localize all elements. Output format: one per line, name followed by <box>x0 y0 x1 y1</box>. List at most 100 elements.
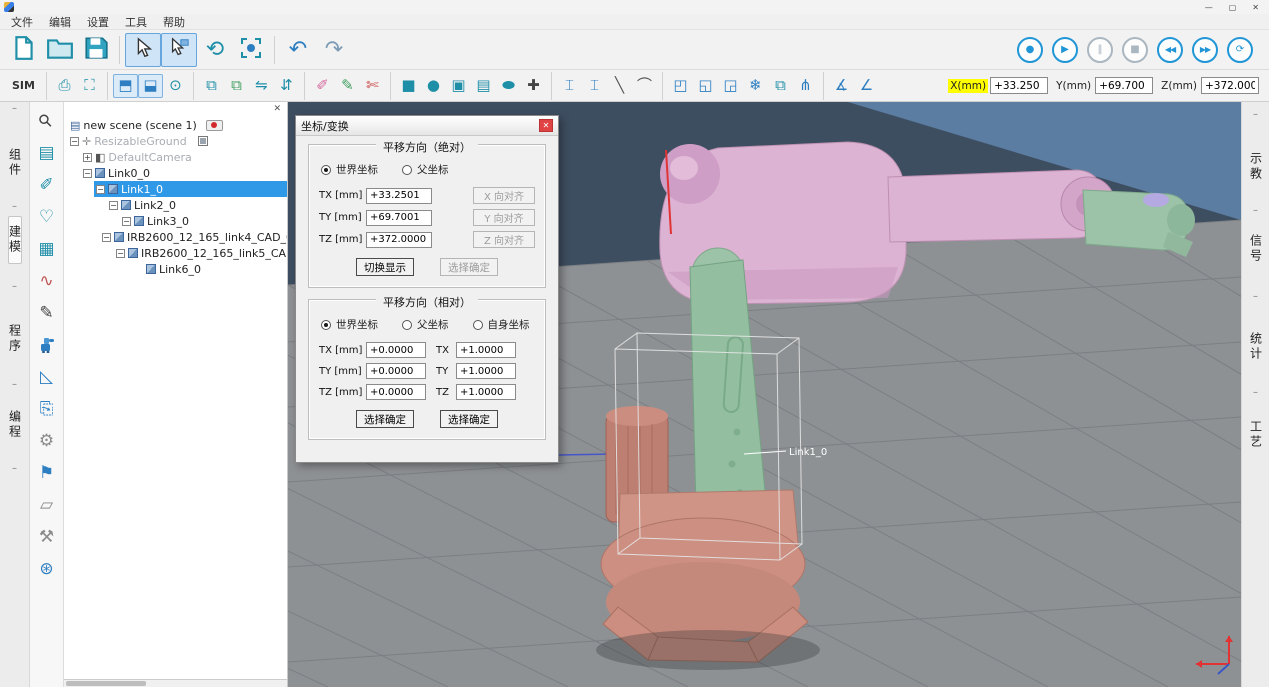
rel-world-coord-radio[interactable] <box>321 320 331 330</box>
freeze-button[interactable]: ❄ <box>743 74 768 98</box>
tab-statistics[interactable]: 统计 <box>1250 324 1262 370</box>
menu-settings[interactable]: 设置 <box>80 14 116 30</box>
scrollbar-thumb[interactable] <box>66 681 146 686</box>
tree-row-link5-cad[interactable]: − IRB2600_12_165_link5_CAD_02_ <box>64 245 287 261</box>
document-tool-button[interactable]: ⎘ <box>33 396 61 423</box>
visibility-button[interactable]: ⊙ <box>163 74 188 98</box>
tree-row-link3[interactable]: − Link3_0 <box>64 213 287 229</box>
align-x-button[interactable]: X 向对齐 <box>473 187 535 204</box>
close-button[interactable]: ✕ <box>1252 3 1259 12</box>
abs-ty-input[interactable] <box>366 210 432 226</box>
tree-row-link0[interactable]: − Link0_0 <box>64 165 287 181</box>
tree-row-link1[interactable]: − Link1_0 <box>64 181 287 197</box>
rel-tx-step-input[interactable] <box>456 342 516 358</box>
tab-modeling[interactable]: 建模 <box>8 216 22 264</box>
menu-tools[interactable]: 工具 <box>118 14 154 30</box>
tab-process[interactable]: 工艺 <box>1250 412 1262 458</box>
zoom-tool-button[interactable]: ⚲ <box>33 108 61 135</box>
rel-tz-input[interactable] <box>366 384 426 400</box>
tab-components[interactable]: 组件 <box>9 140 21 186</box>
tab-signal[interactable]: 信号 <box>1250 226 1262 272</box>
primitive-circle-button[interactable]: ● <box>421 74 446 98</box>
minimize-button[interactable]: — <box>1205 3 1213 12</box>
pause-button[interactable]: ‖ <box>1087 37 1113 63</box>
strip-collapse-handle[interactable]: – <box>1253 204 1258 218</box>
duplicate-button[interactable]: ⧉ <box>768 74 793 98</box>
plane-xy-button[interactable]: ◰ <box>668 74 693 98</box>
tree-horizontal-scrollbar[interactable] <box>64 679 287 687</box>
probe-tool-button[interactable]: ⚑ <box>33 460 61 487</box>
plane-yz-button[interactable]: ◲ <box>718 74 743 98</box>
y-coord-input[interactable] <box>1095 77 1153 94</box>
tab-teach[interactable]: 示教 <box>1250 144 1262 190</box>
abs-tx-input[interactable] <box>366 188 432 204</box>
machine-setup-button[interactable]: ⚙ <box>33 428 61 455</box>
rel-tz-step-input[interactable] <box>456 384 516 400</box>
abs-tz-input[interactable] <box>366 232 432 248</box>
rel-tx-input[interactable] <box>366 342 426 358</box>
arc-tool-button[interactable]: ⌒ <box>632 74 657 98</box>
align-z-button[interactable]: Z 向对齐 <box>473 231 535 248</box>
environment-button[interactable]: ⊛ <box>33 556 61 583</box>
expand-toggle[interactable]: + <box>83 153 92 162</box>
edit-tool-button[interactable]: ✎ <box>33 300 61 327</box>
tree-row-scene[interactable]: ▤ new scene (scene 1) <box>64 117 287 133</box>
abs-parent-coord-radio[interactable] <box>402 165 412 175</box>
robot-tool-button[interactable] <box>33 332 61 359</box>
scene-panel-button[interactable]: ▤ <box>33 140 61 167</box>
fixture-button[interactable]: ⌶ <box>557 74 582 98</box>
stop-button[interactable]: ■ <box>1122 37 1148 63</box>
primitive-rect-button[interactable]: ■ <box>396 74 421 98</box>
rel-confirm-button-1[interactable]: 选择确定 <box>356 410 414 428</box>
expand-toggle[interactable]: − <box>70 137 79 146</box>
measure-angle-button[interactable]: ∡ <box>829 74 854 98</box>
tab-programming[interactable]: 编程 <box>9 402 21 448</box>
robot-base[interactable] <box>596 490 820 670</box>
strip-collapse-handle[interactable]: – <box>1253 108 1258 122</box>
menu-edit[interactable]: 编辑 <box>42 14 78 30</box>
measure-tool-button[interactable]: ◺ <box>33 364 61 391</box>
grid-tool-button[interactable]: ▦ <box>33 236 61 263</box>
abs-confirm-button[interactable]: 选择确定 <box>440 258 498 276</box>
line-tool-button[interactable]: ╲ <box>607 74 632 98</box>
tree-row-link4-cad[interactable]: − IRB2600_12_165_link4_CAD_01_0 <box>64 229 287 245</box>
strip-collapse-handle[interactable]: – <box>12 280 17 294</box>
dialog-close-button[interactable]: ✕ <box>539 119 553 132</box>
mirror-v-button[interactable]: ⇵ <box>274 74 299 98</box>
center-view-button[interactable] <box>233 33 269 67</box>
save-button[interactable] <box>78 33 114 67</box>
maximize-button[interactable]: ▢ <box>1229 3 1237 12</box>
rel-parent-coord-radio[interactable] <box>402 320 412 330</box>
paint-tool-button[interactable]: ✐ <box>33 172 61 199</box>
tree-row-link6[interactable]: Link6_0 <box>64 261 287 277</box>
capture-pose-button[interactable]: ⎙ <box>52 74 77 98</box>
strip-collapse-handle[interactable]: – <box>12 102 17 116</box>
new-file-button[interactable] <box>6 33 42 67</box>
abs-world-coord-radio[interactable] <box>321 165 331 175</box>
tree-row-ground[interactable]: − ✛ ResizableGround <box>64 133 287 149</box>
strip-collapse-handle[interactable]: – <box>1253 386 1258 400</box>
snapshot-button[interactable]: ⛶ <box>77 74 102 98</box>
mirror-h-button[interactable]: ⇋ <box>249 74 274 98</box>
align-y-button[interactable]: Y 向对齐 <box>473 209 535 226</box>
strip-collapse-handle[interactable]: – <box>12 378 17 392</box>
primitive-cylinder-button[interactable]: ▤ <box>471 74 496 98</box>
erase-tool-button[interactable]: ✐ <box>310 74 335 98</box>
undo-button[interactable]: ↶ <box>280 33 316 67</box>
x-coord-input[interactable] <box>990 77 1048 94</box>
redo-button[interactable]: ↷ <box>316 33 352 67</box>
node-graph-button[interactable]: ⋔ <box>793 74 818 98</box>
rotate-view-button[interactable]: ⟲ <box>197 33 233 67</box>
strip-collapse-handle[interactable]: – <box>12 462 17 476</box>
step-back-button[interactable]: ◀◀ <box>1157 37 1183 63</box>
path-tool-button[interactable]: ∿ <box>33 268 61 295</box>
view-shaded-button[interactable]: ⬓ <box>138 74 163 98</box>
rel-ty-input[interactable] <box>366 363 426 379</box>
dialog-title-bar[interactable]: 坐标/变换 ✕ <box>296 116 558 136</box>
utilities-button[interactable]: ⚒ <box>33 524 61 551</box>
step-forward-button[interactable]: ▶▶ <box>1192 37 1218 63</box>
select-tool-button[interactable] <box>125 33 161 67</box>
z-coord-input[interactable] <box>1201 77 1259 94</box>
robot-upper-arm[interactable] <box>888 170 1115 242</box>
plane-xz-button[interactable]: ◱ <box>693 74 718 98</box>
